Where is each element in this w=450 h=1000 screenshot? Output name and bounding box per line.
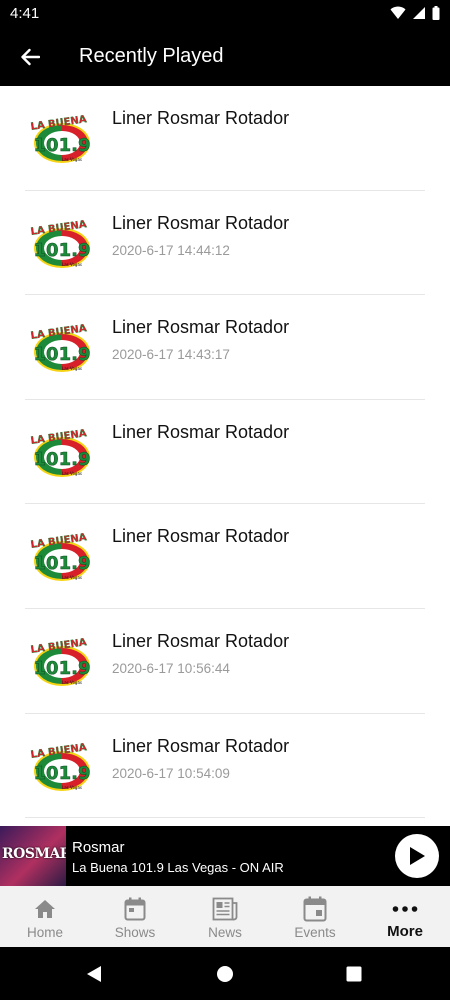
- svg-text:101.9: 101.9: [34, 658, 91, 679]
- track-title: Liner Rosmar Rotador: [112, 108, 290, 128]
- played-timestamp: 2020-6-17 10:56:44: [112, 660, 230, 676]
- arrow-back-icon: [21, 48, 40, 66]
- svg-text:101.9: 101.9: [34, 240, 91, 261]
- tab-news-label: News: [208, 925, 242, 940]
- calendar-icon: [122, 896, 148, 922]
- circle-home-icon: [217, 966, 233, 982]
- tab-home-label: Home: [26, 925, 63, 940]
- play-button[interactable]: [395, 834, 439, 878]
- station-logo: LA BUENA 101.9 Las Vegas: [28, 319, 96, 377]
- track-title: Liner Rosmar Rotador: [112, 317, 290, 338]
- played-timestamp: 2020-6-17 14:44:12: [112, 242, 230, 258]
- nav-back-button[interactable]: [81, 961, 107, 987]
- app-bar: Recently Played: [0, 28, 450, 86]
- tab-more[interactable]: More: [360, 886, 450, 947]
- system-navigation-bar: [0, 947, 450, 1000]
- svg-text:Las Vegas: Las Vegas: [62, 157, 82, 162]
- station-logo: LA BUENA 101.9 Las Vegas: [28, 215, 96, 273]
- station-logo: LA BUENA 101.9 Las Vegas: [28, 633, 96, 691]
- player-title: Rosmar: [72, 839, 125, 856]
- list-item[interactable]: LA BUENA 101.9 Las Vegas Liner Rosmar Ro…: [0, 191, 450, 296]
- svg-text:Las Vegas: Las Vegas: [62, 785, 82, 790]
- svg-text:101.9: 101.9: [34, 344, 91, 365]
- tab-news[interactable]: News: [180, 886, 270, 947]
- mini-player[interactable]: ROSMAR Rosmar La Buena 101.9 Las Vegas -…: [0, 826, 450, 886]
- played-timestamp: 2020-6-17 14:43:17: [112, 347, 230, 363]
- nav-home-button[interactable]: [212, 961, 238, 987]
- track-title: Liner Rosmar Rotador: [112, 526, 290, 547]
- status-icons: [390, 6, 440, 20]
- event-icon: [302, 896, 328, 922]
- player-subtitle: La Buena 101.9 Las Vegas - ON AIR: [72, 860, 284, 875]
- station-logo: LA BUENA 101.9 Las Vegas: [28, 424, 96, 482]
- recently-played-list[interactable]: LA BUENA 101.9 Las Vegas Liner Rosmar Ro…: [0, 86, 450, 826]
- signal-icon: [413, 7, 425, 19]
- svg-text:Las Vegas: Las Vegas: [62, 262, 82, 267]
- svg-text:101.9: 101.9: [34, 553, 91, 574]
- triangle-back-icon: [87, 966, 101, 982]
- newspaper-icon: [212, 896, 238, 922]
- nav-recents-button[interactable]: [341, 961, 367, 987]
- svg-text:Las Vegas: Las Vegas: [62, 471, 82, 476]
- list-item[interactable]: LA BUENA 101.9 Las Vegas Liner Rosmar Ro…: [0, 504, 450, 609]
- back-button[interactable]: [14, 41, 46, 73]
- svg-text:Las Vegas: Las Vegas: [62, 366, 82, 371]
- home-icon: [32, 896, 58, 922]
- artwork-label: ROSMAR: [2, 846, 66, 862]
- more-icon: [392, 896, 418, 922]
- svg-text:Las Vegas: Las Vegas: [62, 575, 82, 580]
- square-recents-icon: [346, 966, 362, 982]
- played-timestamp: 2020-6-17 10:54:09: [112, 765, 230, 781]
- station-logo: LA BUENA 101.9 Las Vegas: [28, 110, 96, 168]
- tab-shows[interactable]: Shows: [90, 886, 180, 947]
- svg-text:101.9: 101.9: [34, 763, 91, 784]
- track-title: Liner Rosmar Rotador: [112, 735, 290, 756]
- list-item[interactable]: LA BUENA 101.9 Las Vegas Liner Rosmar Ro…: [0, 400, 450, 505]
- list-item[interactable]: LA BUENA 101.9 Las Vegas Liner Rosmar Ro…: [0, 609, 450, 714]
- track-title: Liner Rosmar Rotador: [112, 630, 290, 651]
- tab-events[interactable]: Events: [270, 886, 360, 947]
- list-item[interactable]: LA BUENA 101.9 Las Vegas Liner Rosmar Ro…: [0, 86, 450, 191]
- wifi-icon: [390, 6, 406, 19]
- tab-events-label: Events: [294, 925, 336, 940]
- battery-icon: [432, 6, 440, 20]
- tab-shows-label: Shows: [114, 925, 156, 940]
- track-title: Liner Rosmar Rotador: [112, 421, 290, 442]
- list-item[interactable]: LA BUENA 101.9 Las Vegas Liner Rosmar Ro…: [0, 295, 450, 400]
- bottom-tab-bar: Home Shows News Events More: [0, 886, 450, 947]
- play-icon: [410, 847, 425, 865]
- status-bar: 4:41: [0, 0, 450, 28]
- page-title: Recently Played: [79, 45, 224, 67]
- tab-home[interactable]: Home: [0, 886, 90, 947]
- player-artwork: ROSMAR: [0, 826, 66, 886]
- list-item[interactable]: LA BUENA 101.9 Las Vegas Liner Rosmar Ro…: [0, 714, 450, 819]
- svg-text:101.9: 101.9: [34, 135, 91, 156]
- tab-more-label: More: [387, 923, 423, 940]
- track-title: Liner Rosmar Rotador: [112, 212, 290, 233]
- svg-text:Las Vegas: Las Vegas: [62, 680, 82, 685]
- station-logo: LA BUENA 101.9 Las Vegas: [28, 528, 96, 586]
- status-time: 4:41: [10, 5, 40, 22]
- list-item[interactable]: LA BUENA 101.9 Las Vegas: [0, 818, 450, 826]
- svg-text:101.9: 101.9: [34, 449, 91, 470]
- station-logo: LA BUENA 101.9 Las Vegas: [28, 738, 96, 796]
